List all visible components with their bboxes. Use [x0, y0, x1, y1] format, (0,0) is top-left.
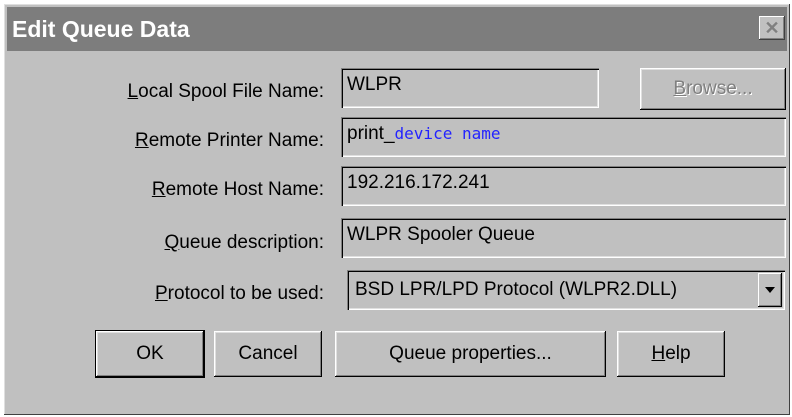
remote-printer-placeholder: device name	[394, 124, 501, 143]
remote-host-label: Remote Host Name:	[151, 179, 324, 200]
remote-printer-input[interactable]: print_device name	[341, 117, 786, 157]
queue-description-value: WLPR Spooler Queue	[347, 224, 535, 245]
cancel-button-label: Cancel	[238, 343, 298, 364]
dropdown-arrow-button[interactable]	[758, 273, 782, 307]
protocol-select[interactable]: BSD LPR/LPD Protocol (WLPR2.DLL)	[347, 270, 785, 310]
local-spool-value: WLPR	[347, 74, 402, 95]
chevron-down-icon	[765, 287, 775, 293]
close-icon: ✕	[764, 17, 780, 38]
help-button-label: Help	[651, 343, 691, 364]
edit-queue-dialog: Edit Queue Data ✕ Local Spool File Name:…	[4, 4, 790, 415]
close-button[interactable]: ✕	[759, 16, 785, 40]
queue-description-label: Queue description:	[164, 232, 325, 253]
cancel-button[interactable]: Cancel	[214, 331, 322, 377]
local-spool-label: Local Spool File Name:	[127, 81, 324, 102]
local-spool-input[interactable]: WLPR	[341, 68, 599, 108]
browse-button-label: Browse...	[673, 78, 753, 99]
help-button[interactable]: Help	[617, 331, 725, 377]
browse-button[interactable]: Browse...	[640, 68, 786, 110]
queue-properties-button-label: Queue properties...	[389, 343, 552, 364]
queue-properties-button[interactable]: Queue properties...	[335, 331, 606, 377]
dialog-title: Edit Queue Data	[12, 15, 190, 42]
title-bar: Edit Queue Data ✕	[7, 7, 787, 51]
queue-description-input[interactable]: WLPR Spooler Queue	[341, 218, 786, 258]
protocol-label: Protocol to be used:	[154, 283, 324, 304]
ok-button[interactable]: OK	[96, 331, 204, 377]
remote-printer-value-prefix: print_	[347, 123, 395, 144]
remote-host-value: 192.216.172.241	[347, 172, 490, 193]
ok-button-label: OK	[136, 343, 164, 364]
remote-host-input[interactable]: 192.216.172.241	[341, 166, 786, 206]
remote-printer-label: Remote Printer Name:	[134, 130, 324, 151]
protocol-selected-value: BSD LPR/LPD Protocol (WLPR2.DLL)	[355, 279, 678, 300]
